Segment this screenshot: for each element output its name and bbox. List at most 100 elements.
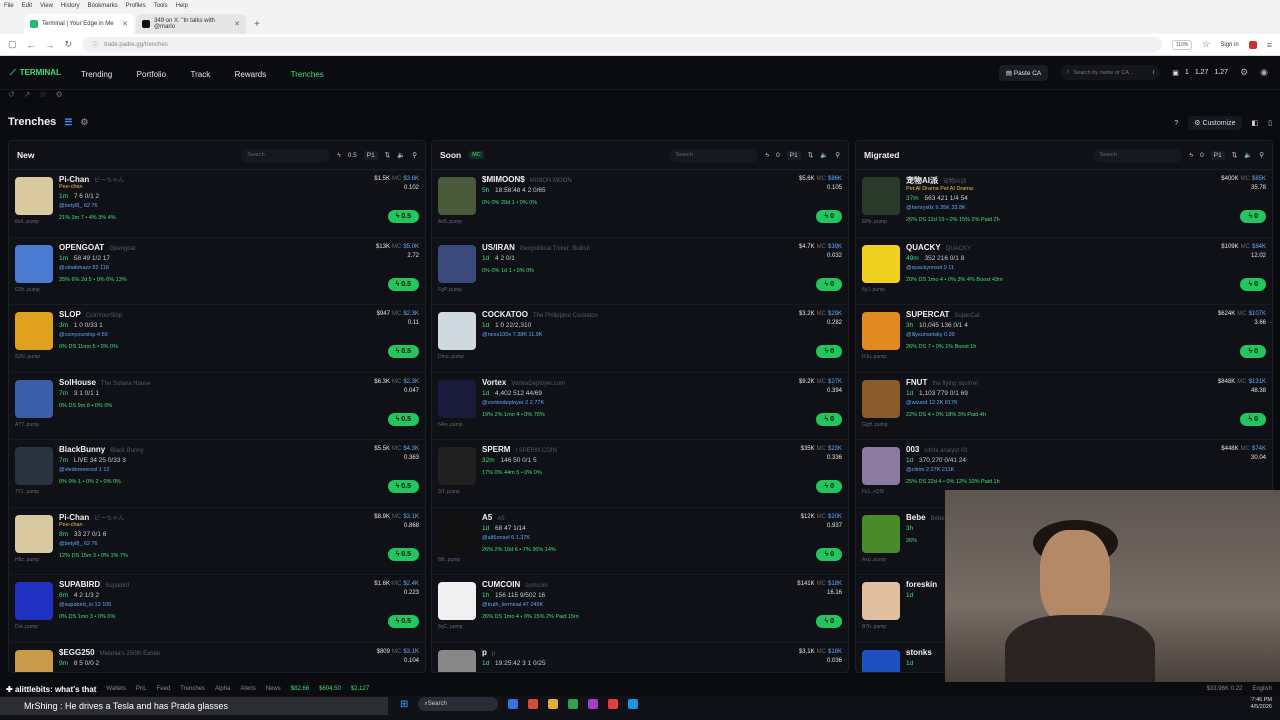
quick-buy-button[interactable]: ϟ 0.5	[387, 345, 419, 358]
app-icon[interactable]	[608, 699, 619, 709]
token-symbol[interactable]: 003	[906, 445, 919, 454]
token-symbol[interactable]: FNUT	[906, 378, 927, 387]
star-icon[interactable]: ☆	[39, 90, 46, 99]
quick-buy-button[interactable]: ϟ 0	[816, 412, 842, 426]
menu-item[interactable]: Bookmarks	[88, 3, 118, 9]
token-symbol[interactable]: SUPABIRD	[59, 580, 100, 589]
folder-icon[interactable]	[548, 699, 559, 709]
extension-icon[interactable]	[1248, 40, 1257, 49]
quick-buy-button[interactable]: ϟ 0.5	[387, 412, 419, 426]
token-row[interactable]: G3h..pump OPENGOAT Opengoat 1m 58 49 1/2…	[9, 238, 425, 305]
quick-buy-button[interactable]: ϟ 0.5	[387, 480, 419, 493]
token-address[interactable]: Axp..pump	[862, 557, 886, 563]
token-address[interactable]: 7Y1..pump	[15, 489, 39, 495]
token-row[interactable]: S2N..pump SLOP CoinYourSlop 3m 1 0 0/33 …	[9, 305, 425, 373]
token-address[interactable]: G3h..pump	[15, 287, 40, 293]
lightning-icon[interactable]: ϟ	[1190, 152, 1193, 159]
token-handle[interactable]: @betyl8_ 62 76	[59, 541, 419, 547]
wallet-balance[interactable]: ▣ 1 1.27 1.27	[1172, 69, 1228, 77]
token-address[interactable]: GgH..pump	[862, 422, 888, 428]
token-avatar[interactable]: A77..pump	[15, 379, 53, 428]
quick-buy-button[interactable]: ϟ 0	[816, 480, 842, 493]
token-avatar[interactable]: 6th..pump	[438, 514, 476, 563]
token-handle[interactable]: @uloakmazz 82 118	[59, 265, 419, 271]
nav-trending[interactable]: Trending	[81, 70, 112, 79]
filter-icon[interactable]: ⚲	[412, 151, 417, 159]
footer-link-trenches[interactable]: Trenches	[180, 686, 205, 692]
quick-buy-button[interactable]: ϟ 0	[816, 547, 842, 561]
token-handle[interactable]: @vledemeersol 1 12	[59, 467, 419, 473]
token-row[interactable]: 6yJ..pump QUACKY QUACKY 49m 352 216 0/1 …	[856, 238, 1272, 305]
token-address[interactable]: 8sX..pump	[15, 219, 39, 225]
token-address[interactable]: EPb..pump	[862, 219, 887, 225]
preset-selector[interactable]: P1	[786, 150, 801, 160]
token-avatar[interactable]	[15, 649, 53, 672]
nav-rewards[interactable]: Rewards	[235, 70, 267, 79]
menu-item[interactable]: History	[61, 3, 80, 9]
token-handle[interactable]: @citrini 2.27K 211K	[906, 467, 1266, 473]
quick-buy-button[interactable]: ϟ 0	[1240, 345, 1266, 358]
token-symbol[interactable]: Vortex	[482, 378, 506, 387]
token-handle[interactable]: @henrys0x 9.35K 33.8K	[906, 205, 1266, 211]
menu-item[interactable]: File	[4, 3, 14, 9]
menu-item[interactable]: Profiles	[126, 3, 146, 9]
token-handle[interactable]: @wizard 12.2K 817K	[906, 400, 1266, 406]
token-avatar[interactable]	[862, 649, 900, 672]
token-row[interactable]: EPb..pump 宠物AI派 宠物AI派 Pet AI Drama Pet A…	[856, 170, 1272, 238]
global-search-input[interactable]: ⌕ Search by name or CA... /	[1060, 65, 1161, 80]
token-avatar[interactable]: S2N..pump	[15, 312, 53, 360]
token-address[interactable]: 5qC..pump	[438, 624, 462, 630]
token-handle[interactable]: @alt5onsol 6 1.37K	[482, 535, 842, 541]
token-avatar[interactable]: Fz1..vQfX	[862, 447, 900, 495]
token-symbol[interactable]: SUPERCAT	[906, 310, 949, 319]
token-symbol[interactable]: QUACKY	[906, 243, 941, 252]
token-row[interactable]: Dvt..pump SUPABIRD Supabird 8m 4 2 1/3 2…	[9, 575, 425, 643]
footer-link-wallets[interactable]: Wallets	[106, 686, 125, 692]
token-avatar[interactable]: 3iT..pump	[438, 447, 476, 495]
close-icon[interactable]: ✕	[234, 20, 240, 28]
view-settings-icon[interactable]: ⚙	[80, 117, 88, 128]
chart-icon[interactable]: ↗	[24, 90, 31, 99]
sound-icon[interactable]: 🔈	[820, 151, 828, 159]
token-row[interactable]: $EGG250 Melania's 250th Easter 9m 8 5 0/…	[9, 643, 425, 672]
token-avatar[interactable]: H8z..pump	[15, 514, 53, 563]
close-icon[interactable]: ✕	[122, 20, 128, 28]
quick-buy-button[interactable]: ϟ 0	[1240, 210, 1266, 223]
forward-icon[interactable]: →	[46, 40, 55, 50]
token-symbol[interactable]: 宠物AI派	[906, 175, 938, 186]
quick-buy-button[interactable]: ϟ 0	[1240, 412, 1266, 426]
token-row[interactable]: FgP..pump US/IRAN Geopolitical Ticker: B…	[432, 238, 848, 305]
list-view-icon[interactable]: ☰	[64, 117, 72, 128]
settings-icon[interactable]: ⚙	[56, 90, 63, 99]
site-info-icon[interactable]: ⓘ	[92, 40, 98, 49]
token-symbol[interactable]: Bebe	[906, 513, 926, 522]
footer-link-pnl[interactable]: PnL	[136, 686, 147, 692]
menu-item[interactable]: View	[40, 3, 53, 9]
token-avatar[interactable]: Axp..pump	[862, 514, 900, 563]
token-symbol[interactable]: $MIMOON$	[482, 175, 525, 184]
token-address[interactable]: 6th..pump	[438, 557, 460, 563]
lightning-icon[interactable]: ϟ	[337, 152, 340, 159]
token-symbol[interactable]: stonks	[906, 648, 932, 657]
menu-item[interactable]: Help	[176, 3, 188, 9]
token-avatar[interactable]: B7b..pump	[862, 582, 900, 630]
token-handle[interactable]: @coinyourslop 4 59	[59, 332, 419, 338]
layout-icon[interactable]: ◧	[1252, 119, 1259, 127]
menu-item[interactable]: Edit	[22, 3, 32, 9]
quick-buy-amount[interactable]: 0	[1200, 152, 1204, 159]
token-address[interactable]: A77..pump	[15, 422, 39, 428]
token-avatar[interactable]: 7Y1..pump	[15, 447, 53, 495]
token-avatar[interactable]: EPb..pump	[862, 177, 900, 225]
token-address[interactable]: Dmu..pump	[438, 354, 464, 360]
token-handle[interactable]: @quackyonsol 0 11	[906, 265, 1266, 271]
help-icon[interactable]: ?	[1174, 120, 1178, 127]
browser-tab-terminal[interactable]: Terminal | Your Edge in Me ✕	[24, 14, 134, 34]
token-handle[interactable]: @lilysunsetsky 0 39	[906, 332, 1266, 338]
windows-search[interactable]: ⌕ Search	[418, 697, 499, 711]
footer-link-alerts[interactable]: Alerts	[240, 686, 255, 692]
token-symbol[interactable]: SolHouse	[59, 378, 96, 387]
token-address[interactable]: 5Aw..pump	[438, 422, 463, 428]
quick-buy-button[interactable]: ϟ 0.5	[387, 210, 419, 223]
column-search-input[interactable]: Search	[1093, 148, 1182, 162]
quick-buy-button[interactable]: ϟ 0	[816, 210, 842, 223]
